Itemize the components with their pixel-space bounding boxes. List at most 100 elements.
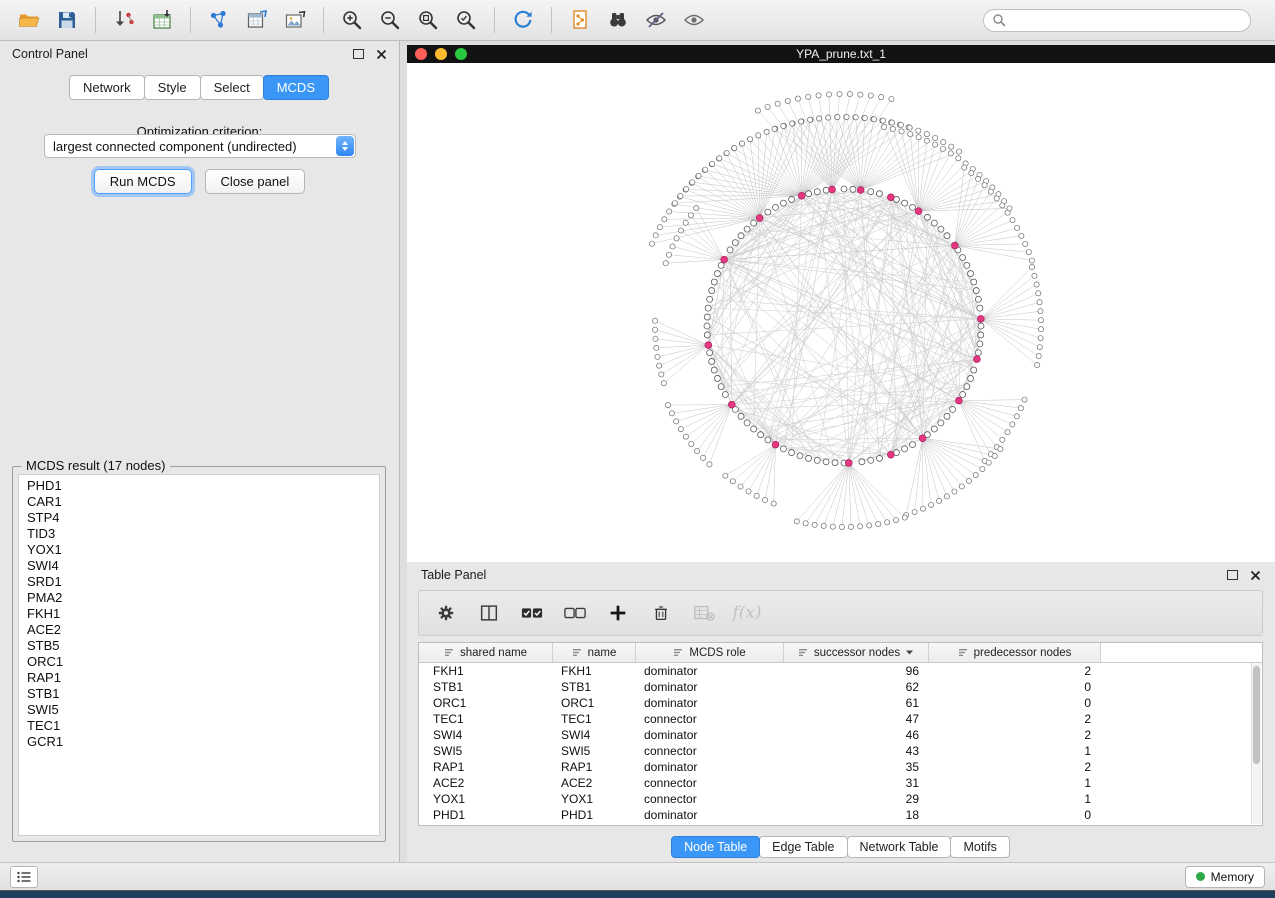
- mcds-result-groupbox: MCDS result (17 nodes) PHD1CAR1STP4TID3Y…: [12, 466, 386, 842]
- mcds-result-item[interactable]: ACE2: [19, 622, 379, 638]
- tab-style[interactable]: Style: [144, 75, 201, 100]
- mcds-result-item[interactable]: TID3: [19, 526, 379, 542]
- select-all-button[interactable]: [519, 600, 545, 626]
- mcds-result-item[interactable]: STB1: [19, 686, 379, 702]
- tab-network[interactable]: Network: [69, 75, 145, 100]
- mcds-result-item[interactable]: SRD1: [19, 574, 379, 590]
- tab-mcds[interactable]: MCDS: [263, 75, 329, 100]
- table-row[interactable]: ORC1ORC1dominator610: [419, 695, 1262, 711]
- zoom-fit-button[interactable]: [409, 4, 447, 36]
- float-panel-icon[interactable]: [353, 49, 364, 59]
- column-header-shared-name[interactable]: shared name: [419, 643, 553, 662]
- new-network-button[interactable]: [200, 4, 238, 36]
- table-row[interactable]: RAP1RAP1dominator352: [419, 759, 1262, 775]
- mcds-result-item[interactable]: STP4: [19, 510, 379, 526]
- memory-status-dot-icon: [1196, 872, 1205, 881]
- zoom-out-button[interactable]: [371, 4, 409, 36]
- mcds-result-item[interactable]: GCR1: [19, 734, 379, 750]
- column-header-predecessor-nodes[interactable]: predecessor nodes: [929, 643, 1101, 662]
- table-row[interactable]: SWI4SWI4dominator462: [419, 727, 1262, 743]
- table-cell: dominator: [636, 808, 784, 822]
- mcds-result-item[interactable]: CAR1: [19, 494, 379, 510]
- import-network-button[interactable]: [105, 4, 143, 36]
- apply-layout-button[interactable]: [504, 4, 542, 36]
- unchecked-boxes-icon: [563, 602, 587, 624]
- import-table-button[interactable]: [143, 4, 181, 36]
- network-canvas[interactable]: [407, 63, 1275, 562]
- memory-button[interactable]: Memory: [1185, 866, 1265, 888]
- show-all-button[interactable]: [675, 4, 713, 36]
- table-scrollbar[interactable]: [1251, 663, 1261, 824]
- zoom-in-button[interactable]: [333, 4, 371, 36]
- find-button[interactable]: [599, 4, 637, 36]
- export-table-button[interactable]: [238, 4, 276, 36]
- table-cell: 0: [929, 680, 1101, 694]
- mcds-result-item[interactable]: YOX1: [19, 542, 379, 558]
- open-folder-icon: [17, 8, 41, 32]
- toolbar-separator: [190, 7, 191, 33]
- task-history-button[interactable]: [10, 866, 38, 888]
- table-cell: 96: [784, 664, 929, 678]
- search-box[interactable]: [983, 9, 1251, 32]
- table-row[interactable]: TEC1TEC1connector472: [419, 711, 1262, 727]
- open-session-button[interactable]: [10, 4, 48, 36]
- export-image-button[interactable]: [276, 4, 314, 36]
- table-row[interactable]: SWI5SWI5connector431: [419, 743, 1262, 759]
- mcds-result-item[interactable]: FKH1: [19, 606, 379, 622]
- clear-table-button: [691, 600, 717, 626]
- delete-column-button[interactable]: [648, 600, 674, 626]
- zoom-selected-button[interactable]: [447, 4, 485, 36]
- show-column-button[interactable]: [476, 600, 502, 626]
- table-row[interactable]: YOX1YOX1connector291: [419, 791, 1262, 807]
- column-header-successor-nodes[interactable]: successor nodes: [784, 643, 929, 662]
- binoculars-icon: [606, 8, 630, 32]
- deselect-all-button[interactable]: [562, 600, 588, 626]
- float-table-panel-icon[interactable]: [1227, 570, 1238, 580]
- mcds-result-item[interactable]: TEC1: [19, 718, 379, 734]
- criterion-dropdown[interactable]: largest connected component (undirected): [44, 134, 356, 158]
- mcds-result-item[interactable]: ORC1: [19, 654, 379, 670]
- table-row[interactable]: STB1STB1dominator620: [419, 679, 1262, 695]
- mcds-result-item[interactable]: SWI5: [19, 702, 379, 718]
- table-cell: ACE2: [553, 776, 636, 790]
- run-mcds-button[interactable]: Run MCDS: [94, 169, 192, 194]
- table-settings-button[interactable]: [433, 600, 459, 626]
- table-scrollbar-thumb[interactable]: [1253, 666, 1260, 764]
- close-table-panel-icon[interactable]: [1250, 570, 1261, 581]
- close-panel-icon[interactable]: [376, 49, 387, 60]
- tab-network-table[interactable]: Network Table: [847, 836, 952, 858]
- mcds-buttons-row: Run MCDS Close panel: [0, 169, 399, 194]
- close-panel-button[interactable]: Close panel: [205, 169, 306, 194]
- network-window-titlebar[interactable]: YPA_prune.txt_1: [407, 45, 1275, 63]
- table-row[interactable]: ACE2ACE2connector311: [419, 775, 1262, 791]
- table-row[interactable]: PHD1PHD1dominator180: [419, 807, 1262, 823]
- mcds-result-item[interactable]: SWI4: [19, 558, 379, 574]
- table-row[interactable]: FKH1FKH1dominator962: [419, 663, 1262, 679]
- node-table: shared name name MCDS role successor nod…: [418, 642, 1263, 826]
- table-cell: 2: [929, 760, 1101, 774]
- mcds-result-item[interactable]: PMA2: [19, 590, 379, 606]
- tab-edge-table[interactable]: Edge Table: [759, 836, 847, 858]
- mcds-result-item[interactable]: PHD1: [19, 478, 379, 494]
- search-input[interactable]: [1012, 12, 1242, 28]
- table-cell: PHD1: [419, 808, 553, 822]
- table-cell: 18: [784, 808, 929, 822]
- criterion-dropdown-value: largest connected component (undirected): [45, 139, 335, 154]
- save-session-button[interactable]: [48, 4, 86, 36]
- column-header-mcds-role[interactable]: MCDS role: [636, 643, 784, 662]
- column-label: name: [588, 647, 617, 659]
- column-header-name[interactable]: name: [553, 643, 636, 662]
- mcds-result-item[interactable]: RAP1: [19, 670, 379, 686]
- table-cell: STB1: [419, 680, 553, 694]
- mcds-result-item[interactable]: STB5: [19, 638, 379, 654]
- table-cell: 35: [784, 760, 929, 774]
- add-column-button[interactable]: [605, 600, 631, 626]
- sort-icon: [798, 647, 809, 658]
- tab-node-table[interactable]: Node Table: [671, 836, 760, 858]
- tab-select[interactable]: Select: [200, 75, 264, 100]
- tab-motifs[interactable]: Motifs: [950, 836, 1009, 858]
- share-document-button[interactable]: [561, 4, 599, 36]
- zoom-out-icon: [378, 8, 402, 32]
- hide-selected-button[interactable]: [637, 4, 675, 36]
- column-label: predecessor nodes: [974, 647, 1072, 659]
